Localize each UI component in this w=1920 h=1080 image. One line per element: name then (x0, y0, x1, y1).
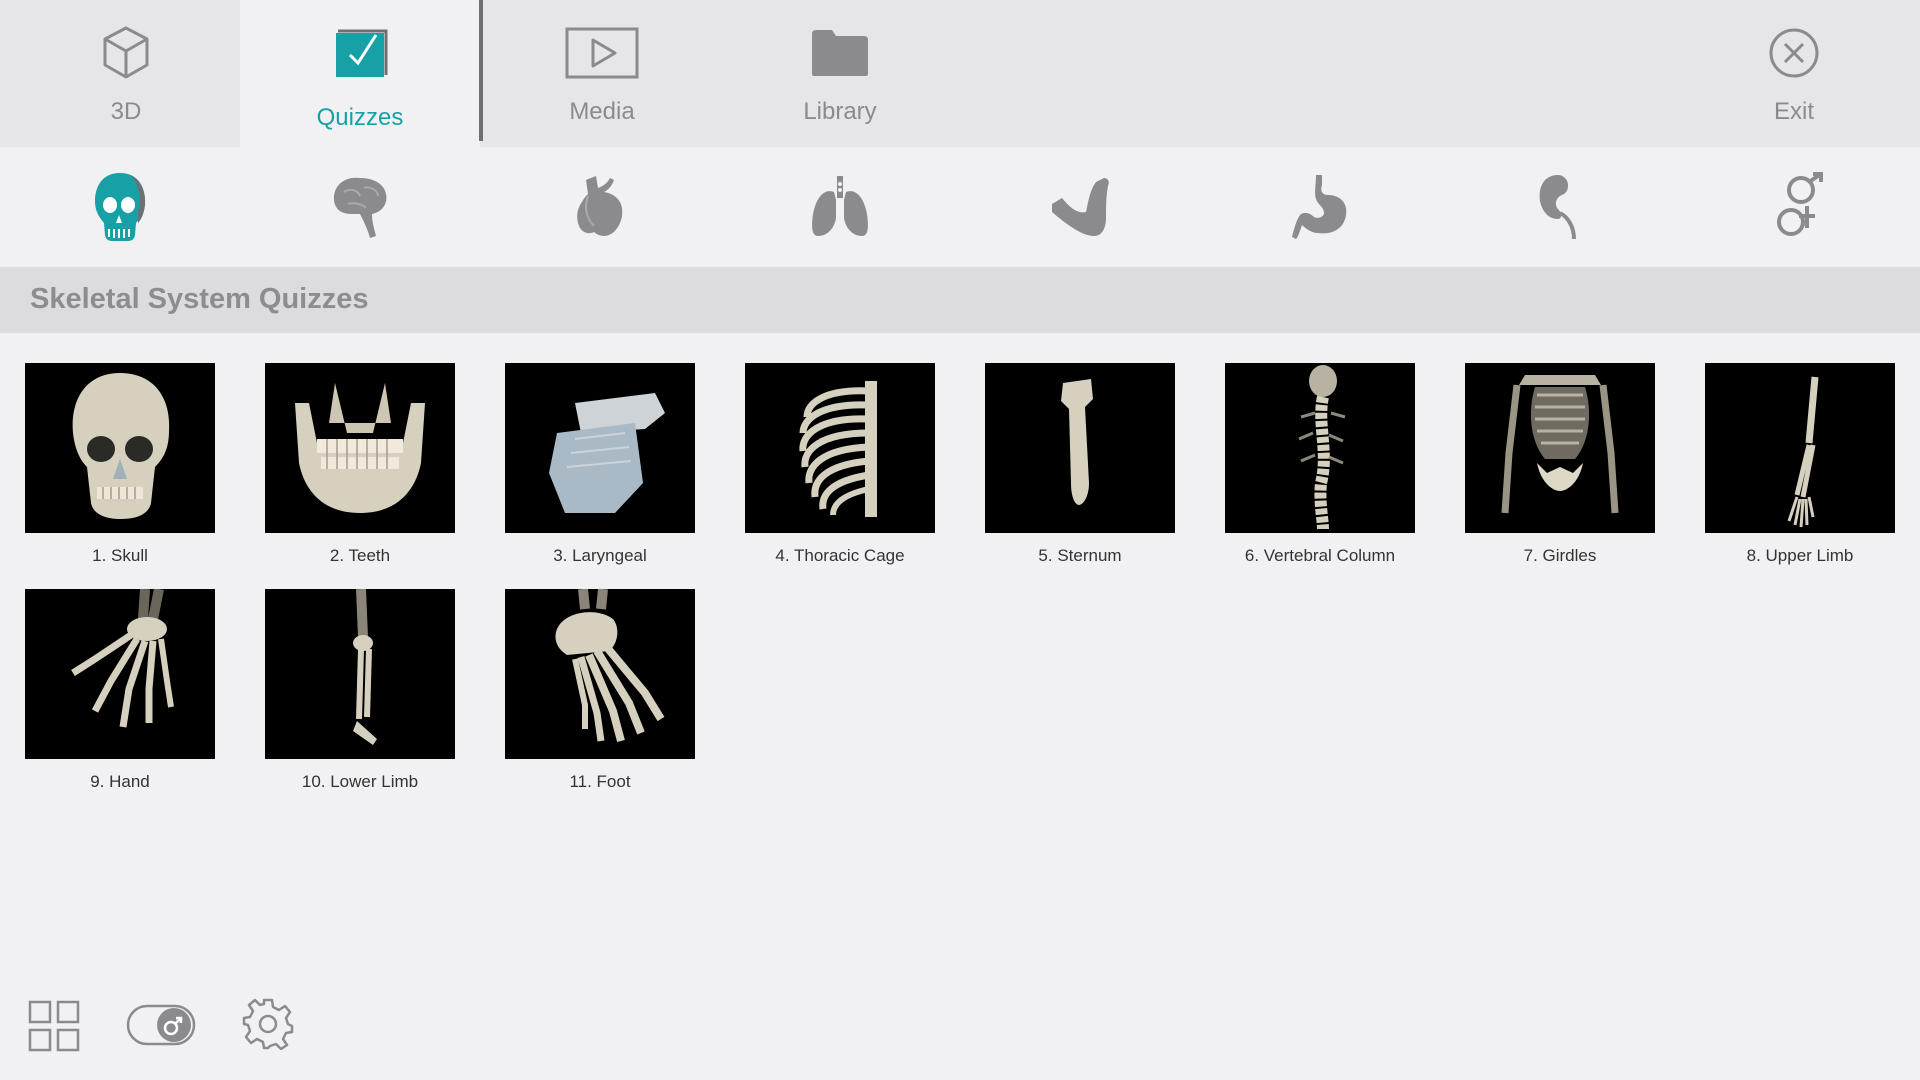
quiz-card-skull[interactable]: 1. Skull (25, 363, 215, 573)
gender-toggle[interactable] (126, 1004, 196, 1051)
quiz-thumbnail (265, 589, 455, 759)
tab-quizzes-label: Quizzes (316, 104, 404, 131)
system-muscular[interactable] (960, 147, 1200, 267)
quiz-label: 5. Sternum (1038, 546, 1122, 565)
quiz-card-sternum[interactable]: 5. Sternum (985, 363, 1175, 573)
quiz-card-lower-limb[interactable]: 10. Lower Limb (265, 589, 455, 799)
quiz-thumbnail (25, 363, 215, 533)
skull-icon (95, 173, 146, 241)
quiz-checkbox-icon (330, 18, 390, 88)
kidney-icon (1539, 175, 1576, 240)
close-circle-icon (1768, 18, 1820, 88)
tab-3d-label: 3D (110, 98, 142, 125)
quiz-card-foot[interactable]: 11. Foot (505, 589, 695, 799)
quiz-label: 8. Upper Limb (1746, 546, 1854, 565)
play-icon (565, 18, 639, 88)
system-skeletal[interactable] (0, 147, 240, 267)
quiz-card-vertebral-column[interactable]: 6. Vertebral Column (1225, 363, 1415, 573)
section-title: Skeletal System Quizzes (30, 283, 369, 315)
quiz-label: 9. Hand (90, 772, 150, 791)
exit-button[interactable]: Exit (1674, 0, 1914, 147)
quiz-thumbnail (265, 363, 455, 533)
quiz-label: 4. Thoracic Cage (775, 546, 905, 565)
system-nervous[interactable] (240, 147, 480, 267)
quiz-card-hand[interactable]: 9. Hand (25, 589, 215, 799)
quiz-thumbnail (985, 363, 1175, 533)
app-window: 3D Quizzes Media Library Exit Skeletal S… (0, 0, 1920, 1080)
section-header: Skeletal System Quizzes (0, 267, 1920, 333)
tab-media[interactable]: Media (482, 0, 722, 147)
quiz-card-girdles[interactable]: 7. Girdles (1465, 363, 1655, 573)
gear-icon (242, 998, 294, 1051)
quiz-card-thoracic-cage[interactable]: 4. Thoracic Cage (745, 363, 935, 573)
muscle-arm-icon (1052, 178, 1109, 236)
quiz-card-upper-limb[interactable]: 8. Upper Limb (1705, 363, 1895, 573)
heart-icon (577, 176, 623, 236)
settings-button[interactable] (242, 998, 294, 1055)
system-cardiovascular[interactable] (480, 147, 720, 267)
quiz-card-laryngeal[interactable]: 3. Laryngeal (505, 363, 695, 573)
tab-quizzes[interactable]: Quizzes (240, 0, 480, 147)
system-urinary[interactable] (1440, 147, 1680, 267)
quiz-label: 7. Girdles (1523, 546, 1597, 565)
quiz-thumbnail (1465, 363, 1655, 533)
quiz-thumbnail (1705, 363, 1895, 533)
grid-view-button[interactable] (28, 1000, 80, 1057)
male-toggle-icon (126, 1004, 196, 1046)
tab-3d[interactable]: 3D (6, 0, 246, 147)
quiz-thumbnail (25, 589, 215, 759)
system-category-bar (0, 147, 1920, 267)
quiz-thumbnail (505, 363, 695, 533)
quiz-thumbnail (1225, 363, 1415, 533)
exit-label: Exit (1773, 98, 1814, 125)
quiz-thumbnail (745, 363, 935, 533)
brain-icon (333, 177, 387, 238)
system-reproductive[interactable] (1680, 147, 1920, 267)
tab-library[interactable]: Library (720, 0, 960, 147)
grid-view-icon (28, 1000, 80, 1052)
system-digestive[interactable] (1200, 147, 1440, 267)
top-tab-bar: 3D Quizzes Media Library Exit (0, 0, 1920, 147)
quiz-label: 3. Laryngeal (553, 546, 647, 565)
stomach-icon (1292, 175, 1347, 239)
quiz-label: 6. Vertebral Column (1244, 546, 1396, 565)
system-respiratory[interactable] (720, 147, 960, 267)
quiz-label: 1. Skull (92, 546, 148, 565)
quiz-label: 10. Lower Limb (301, 772, 419, 791)
gender-icon (1777, 172, 1823, 236)
tab-library-label: Library (803, 98, 877, 125)
cube-icon (101, 18, 151, 88)
quiz-label: 11. Foot (569, 772, 631, 791)
quiz-thumbnail (505, 589, 695, 759)
quiz-label: 2. Teeth (329, 546, 391, 565)
tab-media-label: Media (569, 98, 635, 125)
quiz-card-teeth[interactable]: 2. Teeth (265, 363, 455, 573)
lungs-icon (812, 176, 868, 236)
folder-icon (810, 18, 870, 88)
